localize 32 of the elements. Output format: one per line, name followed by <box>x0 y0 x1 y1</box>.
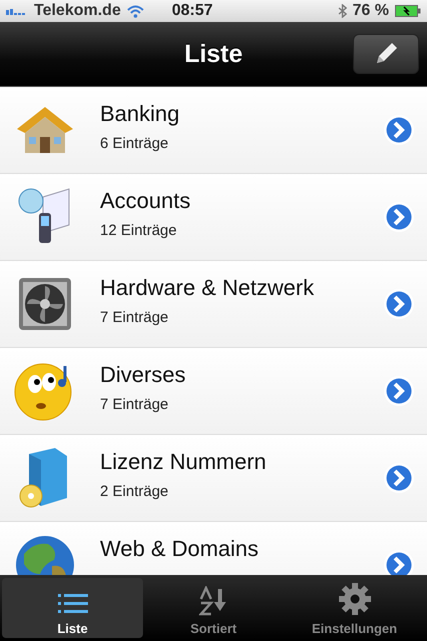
bluetooth-icon <box>338 4 347 18</box>
battery-icon <box>395 5 421 17</box>
entry-count: 2 Einträge <box>100 483 170 500</box>
entry-count: 7 Einträge <box>100 396 170 413</box>
category-title: Web & Domains <box>100 536 260 562</box>
battery-percentage: 76 % <box>352 2 389 20</box>
category-title: Banking <box>100 101 181 127</box>
list-icon <box>58 592 88 616</box>
clock-time: 08:57 <box>172 2 213 20</box>
list-row[interactable]: Banking 6 Einträge <box>0 87 427 174</box>
list-row[interactable]: Diverses 7 Einträge <box>0 348 427 435</box>
tab-bar-item[interactable]: Liste <box>2 578 143 638</box>
sort-icon <box>198 586 228 616</box>
signal-icon <box>6 7 28 15</box>
list-row[interactable]: Lizenz Nummern 2 Einträge <box>0 435 427 522</box>
category-title: Accounts <box>100 188 192 214</box>
category-title: Hardware & Netzwerk <box>100 275 315 301</box>
entry-count: 7 Einträge <box>100 309 170 326</box>
entry-count: 12 Einträge <box>100 222 178 239</box>
list-row[interactable]: Hardware & Netzwerk 7 Einträge <box>0 261 427 348</box>
category-title: Lizenz Nummern <box>100 449 268 475</box>
navigation-title: Liste <box>184 40 243 68</box>
list-row[interactable]: Accounts 12 Einträge <box>0 174 427 261</box>
edit-button[interactable] <box>353 34 419 74</box>
wifi-icon <box>126 4 144 18</box>
tab-bar-item[interactable]: Einstellungen <box>284 578 425 638</box>
category-title: Diverses <box>100 362 187 388</box>
settings-icon <box>338 582 372 616</box>
list-row[interactable]: Web & Domains <box>0 522 427 575</box>
carrier-name: Telekom.de <box>34 2 121 20</box>
tab-bar-item[interactable]: Sortiert <box>143 578 284 638</box>
entry-count: 6 Einträge <box>100 135 170 152</box>
